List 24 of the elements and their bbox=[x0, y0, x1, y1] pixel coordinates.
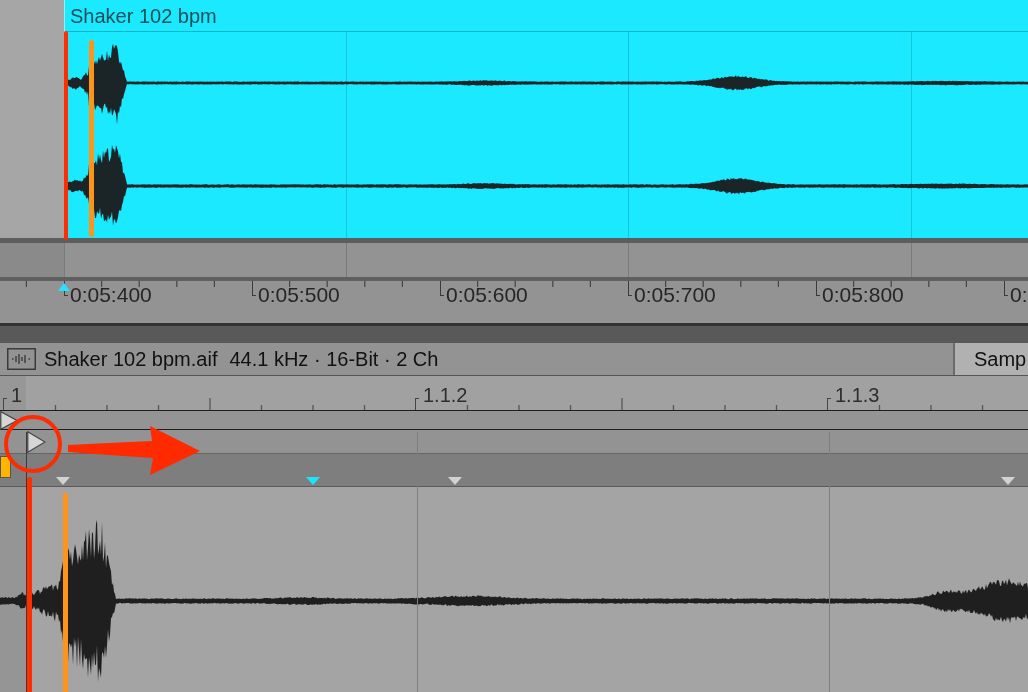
warp-marker-icon[interactable] bbox=[448, 477, 462, 485]
audio-clip[interactable]: Shaker 102 bpm bbox=[64, 0, 1028, 238]
position-marker-icon bbox=[58, 283, 70, 291]
sample-button[interactable]: Samp bbox=[953, 343, 1028, 375]
time-label: 0:05:400 bbox=[70, 283, 152, 307]
waveform-icon bbox=[7, 348, 36, 370]
beat-label: 1 bbox=[11, 384, 23, 407]
triangle-marker-icon[interactable] bbox=[0, 410, 18, 430]
file-format: 44.1 kHz · 16-Bit · 2 Ch bbox=[229, 347, 439, 371]
time-label: 0:05:800 bbox=[822, 283, 904, 307]
file-name: Shaker 102 bpm.aif bbox=[44, 347, 218, 371]
marker-icon[interactable] bbox=[0, 456, 11, 478]
clip-title: Shaker 102 bpm bbox=[70, 3, 217, 28]
warp-marker-icon[interactable] bbox=[306, 477, 320, 485]
beat-label: 1.1.2 bbox=[423, 384, 468, 407]
circle-annotation bbox=[4, 415, 62, 473]
time-label: 0:05:600 bbox=[446, 283, 528, 307]
warp-marker-icon[interactable] bbox=[56, 477, 70, 485]
warp-marker-icon[interactable] bbox=[1001, 477, 1015, 485]
time-label: 0:05:500 bbox=[258, 283, 340, 307]
triangle-marker-icon[interactable] bbox=[27, 430, 46, 453]
time-label: 0:05:700 bbox=[634, 283, 716, 307]
time-label: 0: bbox=[1010, 283, 1028, 307]
beat-label: 1.1.3 bbox=[835, 384, 880, 407]
